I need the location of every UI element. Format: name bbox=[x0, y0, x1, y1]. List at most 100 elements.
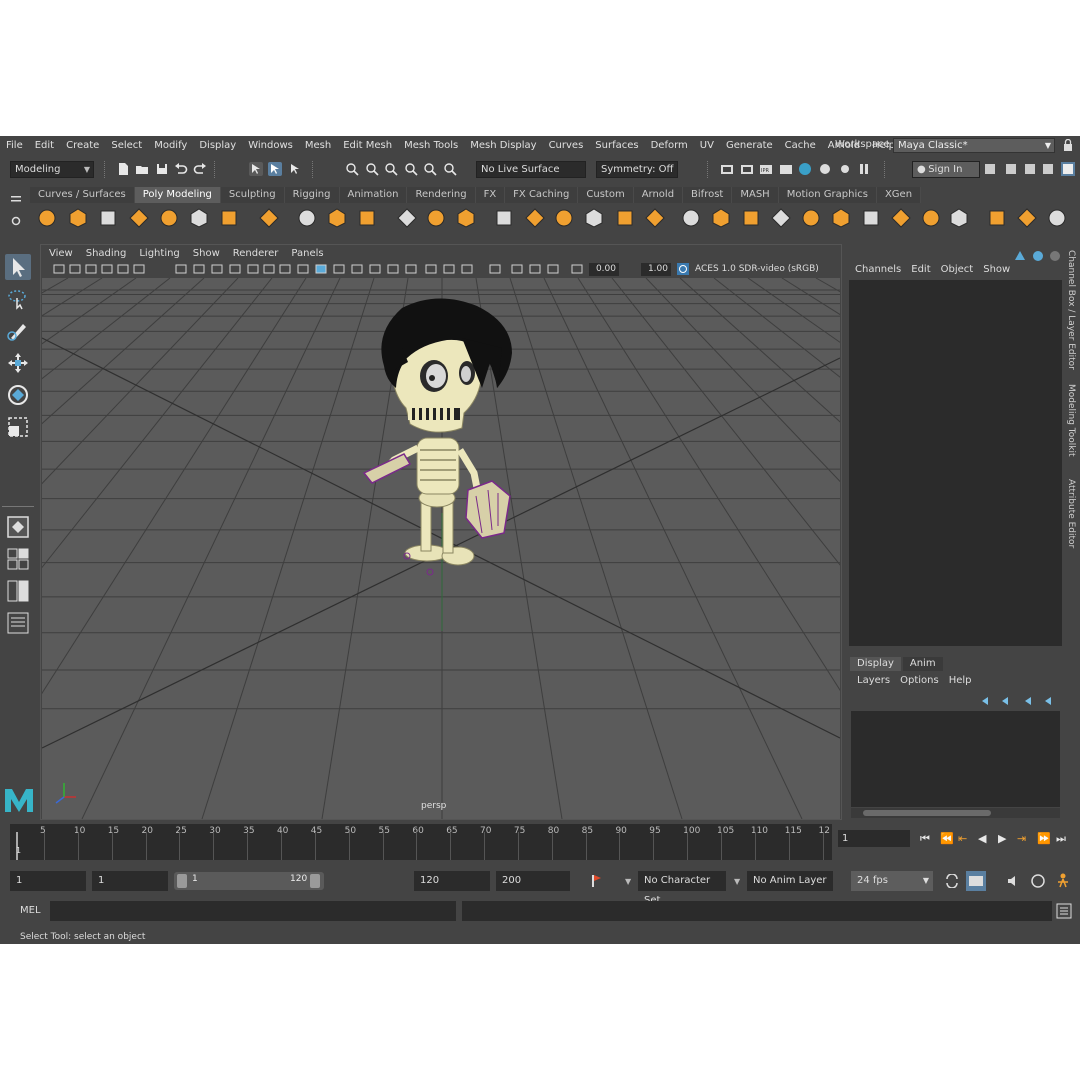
cone-icon[interactable] bbox=[986, 207, 1008, 229]
layer-menu-help[interactable]: Help bbox=[944, 675, 977, 686]
animation-end-field[interactable]: 200 bbox=[496, 871, 570, 891]
menu-generate[interactable]: Generate bbox=[720, 140, 779, 151]
textured-icon[interactable] bbox=[351, 263, 363, 275]
settings-icon[interactable] bbox=[983, 162, 997, 176]
channel-box-menu-show[interactable]: Show bbox=[978, 264, 1015, 275]
menu-edit[interactable]: Edit bbox=[29, 140, 60, 151]
shelf-tab-fx[interactable]: FX bbox=[475, 187, 506, 203]
menu-mesh[interactable]: Mesh bbox=[299, 140, 337, 151]
disc-icon[interactable] bbox=[218, 207, 240, 229]
menu-deform[interactable]: Deform bbox=[645, 140, 694, 151]
layer-list-scrollbar[interactable] bbox=[851, 808, 1060, 818]
step-back-frame-icon[interactable]: ⏪ bbox=[940, 832, 954, 846]
menu-file[interactable]: File bbox=[0, 140, 29, 151]
grid-icon[interactable] bbox=[175, 263, 187, 275]
scale-tool-icon[interactable] bbox=[5, 414, 31, 440]
layer-tab-display[interactable]: Display bbox=[850, 657, 901, 671]
channel-box-display-icon[interactable] bbox=[1014, 250, 1026, 262]
channel-box-menu-channels[interactable]: Channels bbox=[850, 264, 906, 275]
play-backwards-icon[interactable]: ◀ bbox=[978, 832, 992, 846]
color-space-label[interactable]: ACES 1.0 SDR-video (sRGB) bbox=[695, 263, 840, 276]
select-object-icon[interactable] bbox=[268, 162, 282, 176]
motion-blur-icon[interactable] bbox=[425, 263, 437, 275]
snap-point-icon[interactable] bbox=[384, 162, 398, 176]
side-tab-channel-box-layer-editor[interactable]: Channel Box / Layer Editor bbox=[1066, 250, 1076, 370]
select-component-icon[interactable] bbox=[288, 162, 302, 176]
grease-pencil-icon[interactable] bbox=[133, 263, 145, 275]
auto-key-icon[interactable] bbox=[587, 874, 603, 888]
cylinder-icon[interactable] bbox=[948, 207, 970, 229]
layer-list[interactable] bbox=[851, 711, 1060, 807]
anti-aliasing-icon[interactable] bbox=[443, 263, 455, 275]
shelf-tab-mash[interactable]: MASH bbox=[732, 187, 779, 203]
shelf-tab-curves-surfaces[interactable]: Curves / Surfaces bbox=[30, 187, 135, 203]
range-end-handle[interactable] bbox=[310, 874, 320, 888]
separate-icon[interactable] bbox=[425, 207, 447, 229]
boolean-intersection-icon[interactable] bbox=[553, 207, 575, 229]
use-all-lights-icon[interactable] bbox=[369, 263, 381, 275]
backface-icon[interactable] bbox=[529, 263, 541, 275]
append-icon[interactable] bbox=[770, 207, 792, 229]
bevel-icon[interactable] bbox=[614, 207, 636, 229]
target-weld-icon[interactable] bbox=[830, 207, 852, 229]
rotate-tool-icon[interactable] bbox=[5, 382, 31, 408]
side-tab-modeling-toolkit[interactable]: Modeling Toolkit bbox=[1066, 384, 1076, 457]
snap-vertex-icon[interactable] bbox=[443, 162, 457, 176]
sign-in-button[interactable]: ● Sign In bbox=[912, 161, 980, 178]
merge-icon[interactable] bbox=[710, 207, 732, 229]
shelf-tab-custom[interactable]: Custom bbox=[578, 187, 634, 203]
image-plane-icon[interactable] bbox=[101, 263, 113, 275]
viewport-menu-renderer[interactable]: Renderer bbox=[225, 248, 284, 259]
save-scene-icon[interactable] bbox=[155, 162, 169, 176]
shelf-settings-icon[interactable] bbox=[11, 216, 21, 226]
menu-set-select[interactable]: Modeling ▼ bbox=[10, 161, 94, 178]
fps-select[interactable]: 24 fps ▼ bbox=[851, 871, 933, 891]
current-frame-field[interactable]: 1 bbox=[838, 830, 910, 847]
gamma-icon[interactable] bbox=[571, 263, 583, 275]
walk-icon[interactable] bbox=[1054, 873, 1072, 889]
redo-icon[interactable] bbox=[193, 162, 207, 176]
paint-select-icon[interactable] bbox=[5, 318, 31, 344]
live-surface-field[interactable]: No Live Surface bbox=[476, 161, 586, 178]
playback-start-field[interactable]: 1 bbox=[92, 871, 168, 891]
time-slider[interactable]: 5 10 15 20 25 30 35 40 45 50 55 60 65 70 75 80 85 90 95 100… bbox=[10, 824, 832, 860]
gamma-field[interactable]: 1.00 bbox=[641, 263, 671, 276]
render-settings-icon[interactable] bbox=[779, 162, 793, 176]
shelf-tab-motion-graphics[interactable]: Motion Graphics bbox=[778, 187, 877, 203]
range-start-handle[interactable] bbox=[177, 874, 187, 888]
menu-mesh-tools[interactable]: Mesh Tools bbox=[398, 140, 464, 151]
modeling-toolkit-icon[interactable] bbox=[1004, 162, 1018, 176]
menu-surfaces[interactable]: Surfaces bbox=[589, 140, 644, 151]
anim-layer-field[interactable]: No Anim Layer bbox=[747, 871, 833, 891]
shelf-tab-poly-modeling[interactable]: Poly Modeling bbox=[134, 187, 221, 203]
shelf-tab-fx-caching[interactable]: FX Caching bbox=[505, 187, 579, 203]
channel-box-menu-object[interactable]: Object bbox=[936, 264, 979, 275]
channel-box-help-icon[interactable] bbox=[1049, 250, 1061, 262]
extrude-icon[interactable] bbox=[680, 207, 702, 229]
multi-cut-icon[interactable] bbox=[800, 207, 822, 229]
menu-uv[interactable]: UV bbox=[694, 140, 720, 151]
shadows-icon[interactable] bbox=[387, 263, 399, 275]
viewport-menu-show[interactable]: Show bbox=[185, 248, 225, 259]
step-forward-frame-icon[interactable]: ⏩ bbox=[1037, 832, 1051, 846]
quad-draw-icon[interactable] bbox=[860, 207, 882, 229]
fill-hole-icon[interactable] bbox=[740, 207, 762, 229]
move-layer-down-icon[interactable] bbox=[1000, 695, 1014, 707]
channel-box-settings-icon[interactable] bbox=[1032, 250, 1044, 262]
lasso-tool-icon[interactable] bbox=[5, 286, 31, 312]
play-forwards-icon[interactable]: ▶ bbox=[998, 832, 1012, 846]
2d-pan-zoom-icon[interactable] bbox=[117, 263, 129, 275]
render-frame-icon[interactable] bbox=[720, 162, 734, 176]
select-camera-icon[interactable] bbox=[53, 263, 65, 275]
cone-icon[interactable] bbox=[128, 207, 150, 229]
torus-icon[interactable] bbox=[1016, 207, 1038, 229]
smooth-shade-icon[interactable] bbox=[315, 263, 327, 275]
camera-attributes-icon[interactable] bbox=[69, 263, 81, 275]
menu-edit-mesh[interactable]: Edit Mesh bbox=[337, 140, 398, 151]
single-perspective-layout-icon[interactable] bbox=[5, 514, 31, 540]
color-management-icon[interactable] bbox=[677, 263, 689, 275]
four-view-layout-icon[interactable] bbox=[5, 546, 31, 572]
script-editor-icon[interactable] bbox=[1056, 903, 1072, 919]
new-layer-selected-icon[interactable] bbox=[1043, 695, 1057, 707]
attribute-editor-icon[interactable] bbox=[1023, 162, 1037, 176]
